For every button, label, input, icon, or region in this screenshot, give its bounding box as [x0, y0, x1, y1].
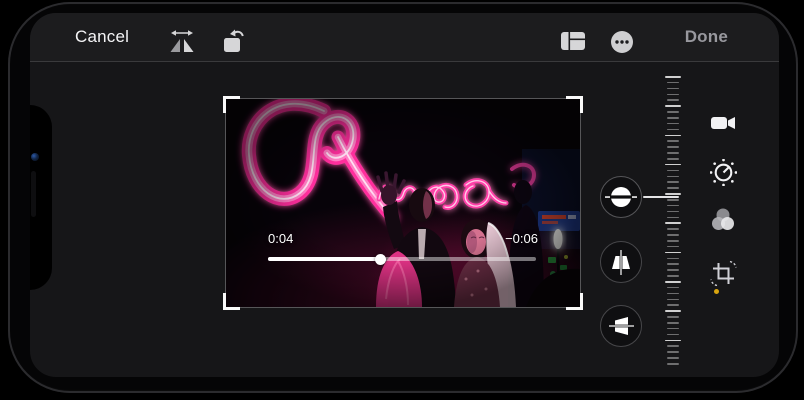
dial-tick — [667, 287, 679, 289]
iphone-frame: Cancel — [8, 2, 798, 393]
front-camera — [31, 153, 39, 161]
more-options-button[interactable] — [610, 30, 634, 59]
dial-tick — [665, 76, 681, 78]
dial-tick — [665, 193, 681, 195]
progress-thumb[interactable] — [375, 254, 386, 265]
tab-filters[interactable] — [706, 203, 740, 237]
dial-tick — [667, 117, 679, 119]
dial-tick — [665, 135, 681, 137]
dial-tick — [667, 94, 679, 96]
flip-horizontal-button[interactable] — [167, 29, 197, 60]
dial-tick — [665, 222, 681, 224]
horizontal-perspective-icon — [605, 310, 637, 342]
tab-crop[interactable] — [706, 256, 740, 290]
straighten-dial[interactable] — [660, 76, 686, 363]
remaining-time: −0:06 — [505, 231, 538, 246]
dial-tick — [667, 187, 679, 189]
dial-tick — [667, 176, 679, 178]
toolbar: Cancel — [30, 13, 779, 62]
dial-tick — [667, 328, 679, 330]
dial-tick — [667, 240, 679, 242]
dial-tick — [667, 351, 679, 353]
dial-tick — [667, 345, 679, 347]
dial-tick — [667, 111, 679, 113]
earpiece-speaker — [31, 171, 36, 217]
video-crop-area[interactable]: 0:04 −0:06 — [226, 99, 580, 307]
crop-handle-top-right[interactable] — [566, 96, 583, 113]
video-frame-preview — [226, 99, 580, 307]
dial-tick — [667, 140, 679, 142]
dial-tick — [667, 246, 679, 248]
dial-value-indicator — [643, 196, 679, 198]
dial-tick — [667, 234, 679, 236]
dial-tick — [665, 252, 681, 254]
dial-tick — [667, 82, 679, 84]
notch — [30, 105, 52, 290]
dial-tick — [665, 340, 681, 342]
dial-tick — [665, 164, 681, 166]
dial-tick — [665, 310, 681, 312]
flip-horizontal-icon — [167, 29, 197, 55]
dial-tick — [667, 129, 679, 131]
stage: Cancel — [0, 0, 804, 400]
dial-tick — [667, 263, 679, 265]
dial-tick — [667, 334, 679, 336]
done-button[interactable]: Done — [685, 13, 728, 61]
dial-tick — [667, 258, 679, 260]
dial-tick — [667, 205, 679, 207]
dial-tick — [667, 181, 679, 183]
aspect-ratio-button[interactable] — [560, 31, 586, 56]
dial-tick — [667, 304, 679, 306]
adjust-mode-icon — [710, 159, 737, 186]
dial-tick — [667, 170, 679, 172]
vertical-perspective-button[interactable] — [600, 241, 642, 283]
straighten-icon — [605, 181, 637, 213]
dial-tick — [667, 146, 679, 148]
dial-tick — [665, 105, 681, 107]
cancel-button[interactable]: Cancel — [75, 13, 129, 61]
straighten-button[interactable] — [600, 176, 642, 218]
crop-handle-top-left[interactable] — [223, 96, 240, 113]
dial-tick — [667, 357, 679, 359]
dial-tick — [667, 293, 679, 295]
dial-tick — [667, 88, 679, 90]
crop-mode-icon — [710, 260, 737, 287]
progress-fill — [268, 257, 381, 261]
dial-tick — [667, 228, 679, 230]
dial-tick — [667, 217, 679, 219]
dial-tick — [667, 269, 679, 271]
dial-tick — [667, 275, 679, 277]
dial-tick — [667, 99, 679, 101]
video-mode-icon — [710, 110, 736, 136]
dial-tick — [667, 363, 679, 365]
filters-mode-icon — [710, 207, 736, 233]
dial-tick — [667, 299, 679, 301]
tab-adjust[interactable] — [706, 155, 740, 189]
screen: Cancel — [30, 13, 779, 377]
rotate-button[interactable] — [220, 28, 246, 60]
crop-handle-bottom-left[interactable] — [223, 293, 240, 310]
horizontal-perspective-button[interactable] — [600, 305, 642, 347]
video-scrubber[interactable] — [268, 257, 536, 261]
dial-tick — [667, 199, 679, 201]
dial-tick — [667, 316, 679, 318]
rotate-counterclockwise-icon — [220, 28, 246, 55]
dial-tick — [667, 158, 679, 160]
vertical-perspective-icon — [605, 246, 637, 278]
tab-video[interactable] — [706, 106, 740, 140]
dial-tick — [667, 211, 679, 213]
crop-modified-dot — [714, 289, 719, 294]
dial-tick — [665, 281, 681, 283]
more-options-icon — [610, 30, 634, 54]
crop-handle-bottom-right[interactable] — [566, 293, 583, 310]
dial-tick — [667, 123, 679, 125]
dial-tick — [667, 322, 679, 324]
dial-tick — [667, 152, 679, 154]
aspect-ratio-icon — [560, 31, 586, 51]
elapsed-time: 0:04 — [268, 231, 293, 246]
